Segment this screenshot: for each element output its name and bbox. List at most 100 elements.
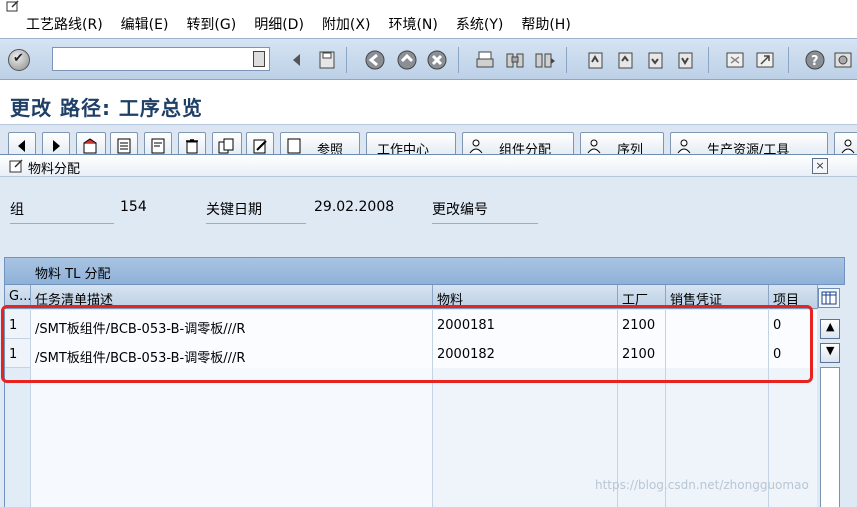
command-input[interactable]: [57, 49, 237, 69]
last-page-icon[interactable]: [674, 49, 696, 71]
command-history-icon[interactable]: [253, 51, 265, 67]
cell-sales-document[interactable]: [666, 339, 769, 368]
cell-item[interactable]: [769, 368, 817, 397]
component-allocation-button[interactable]: 组件分配: [462, 132, 574, 154]
enter-check-icon[interactable]: [8, 49, 30, 71]
cell-material[interactable]: [433, 397, 618, 426]
menu-item-extras[interactable]: 附加(X): [322, 14, 371, 34]
column-header-material[interactable]: 物料: [433, 285, 618, 309]
cell-material[interactable]: [433, 455, 618, 484]
reference-button-label: 参照: [317, 143, 344, 154]
command-field[interactable]: [52, 47, 270, 71]
toolbar-separator: [566, 47, 567, 73]
toolbar-separator: [788, 47, 789, 73]
mass-change-button[interactable]: [212, 132, 242, 154]
cell-plant[interactable]: 2100: [618, 339, 666, 368]
new-session-icon[interactable]: [724, 49, 746, 71]
menu-item-routing[interactable]: 工艺路线(R): [26, 14, 103, 34]
column-header-sales-document[interactable]: 销售凭证: [666, 285, 769, 309]
cell-sales-document[interactable]: [666, 310, 769, 339]
cell-material[interactable]: [433, 426, 618, 455]
cell-task-list-description[interactable]: [31, 455, 433, 484]
column-header-plant[interactable]: 工厂: [618, 285, 666, 309]
column-header-item[interactable]: 项目: [769, 285, 818, 309]
table-row[interactable]: [5, 426, 817, 455]
close-icon[interactable]: ×: [812, 158, 828, 174]
help-icon[interactable]: ?: [804, 49, 826, 71]
cell-task-list-description[interactable]: /SMT板组件/BCB-053-B-调零板///R: [31, 339, 433, 368]
row-selector[interactable]: [5, 368, 31, 397]
delete-button[interactable]: [178, 132, 206, 154]
row-selector[interactable]: [5, 426, 31, 455]
next-button[interactable]: [42, 132, 70, 154]
exit-icon[interactable]: [396, 49, 418, 71]
cell-plant[interactable]: [618, 426, 666, 455]
cell-item[interactable]: 0: [769, 339, 817, 368]
save-icon[interactable]: [316, 49, 338, 71]
cell-item[interactable]: 0: [769, 310, 817, 339]
cell-task-list-description[interactable]: /SMT板组件/BCB-053-B-调零板///R: [31, 310, 433, 339]
menu-item-details[interactable]: 明细(D): [254, 14, 304, 34]
table-row[interactable]: [5, 368, 817, 397]
column-header-group[interactable]: G...: [5, 285, 31, 309]
group-value: 154: [120, 199, 147, 215]
more-button[interactable]: [834, 132, 857, 154]
sequence-button[interactable]: 序列: [580, 132, 664, 154]
next-page-icon[interactable]: [644, 49, 666, 71]
scroll-down-arrow-icon[interactable]: [820, 343, 840, 363]
cell-sales-document[interactable]: [666, 397, 769, 426]
header-button[interactable]: [76, 132, 106, 154]
toolbar-separator: [458, 47, 459, 73]
menu-item-help[interactable]: 帮助(H): [521, 14, 570, 34]
table-row[interactable]: 1 /SMT板组件/BCB-053-B-调零板///R 2000182 2100…: [5, 339, 817, 368]
menu-item-goto[interactable]: 转到(G): [186, 14, 236, 34]
first-page-icon[interactable]: [584, 49, 606, 71]
previous-button[interactable]: [8, 132, 36, 154]
column-header-task-list-description[interactable]: 任务清单描述: [31, 285, 433, 309]
change-button[interactable]: [246, 132, 274, 154]
cell-material[interactable]: [433, 368, 618, 397]
cell-material[interactable]: 2000182: [433, 339, 618, 368]
cell-task-list-description[interactable]: [31, 426, 433, 455]
cell-plant[interactable]: [618, 397, 666, 426]
back-triangle-icon[interactable]: [286, 49, 308, 71]
previous-page-icon[interactable]: [614, 49, 636, 71]
cell-sales-document[interactable]: [666, 426, 769, 455]
work-center-button[interactable]: 工作中心: [366, 132, 456, 154]
cell-plant[interactable]: 2100: [618, 310, 666, 339]
table-row[interactable]: [5, 397, 817, 426]
row-selector[interactable]: [5, 397, 31, 426]
cell-sales-document[interactable]: [666, 368, 769, 397]
standard-toolbar: ?: [0, 38, 857, 80]
menu-item-system[interactable]: 系统(Y): [456, 14, 503, 34]
find-next-icon[interactable]: [534, 49, 556, 71]
print-icon[interactable]: [474, 49, 496, 71]
menu-item-environment[interactable]: 环境(N): [388, 14, 437, 34]
find-icon[interactable]: [504, 49, 526, 71]
cell-plant[interactable]: [618, 368, 666, 397]
row-selector[interactable]: [5, 484, 31, 507]
shortcut-icon[interactable]: [754, 49, 776, 71]
cell-material[interactable]: [433, 484, 618, 507]
scroll-up-arrow-icon[interactable]: [820, 319, 840, 339]
list-button[interactable]: [110, 132, 138, 154]
menu-item-edit[interactable]: 编辑(E): [121, 14, 169, 34]
cell-item[interactable]: [769, 426, 817, 455]
change-number-label: 更改编号: [432, 199, 538, 224]
cell-task-list-description[interactable]: [31, 484, 433, 507]
prt-button[interactable]: 生产资源/工具: [670, 132, 828, 154]
table-row[interactable]: 1 /SMT板组件/BCB-053-B-调零板///R 2000181 2100…: [5, 310, 817, 339]
scrollbar-thumb[interactable]: [820, 367, 840, 507]
back-green-arrow-icon[interactable]: [364, 49, 386, 71]
copy-button[interactable]: [144, 132, 172, 154]
cell-material[interactable]: 2000181: [433, 310, 618, 339]
table-settings-icon[interactable]: [818, 288, 840, 308]
layout-menu-icon[interactable]: [832, 49, 854, 71]
vertical-scrollbar[interactable]: [819, 315, 841, 507]
row-selector[interactable]: [5, 455, 31, 484]
cell-task-list-description[interactable]: [31, 368, 433, 397]
cell-item[interactable]: [769, 397, 817, 426]
reference-button[interactable]: 参照: [280, 132, 360, 154]
cell-task-list-description[interactable]: [31, 397, 433, 426]
cancel-icon[interactable]: [426, 49, 448, 71]
